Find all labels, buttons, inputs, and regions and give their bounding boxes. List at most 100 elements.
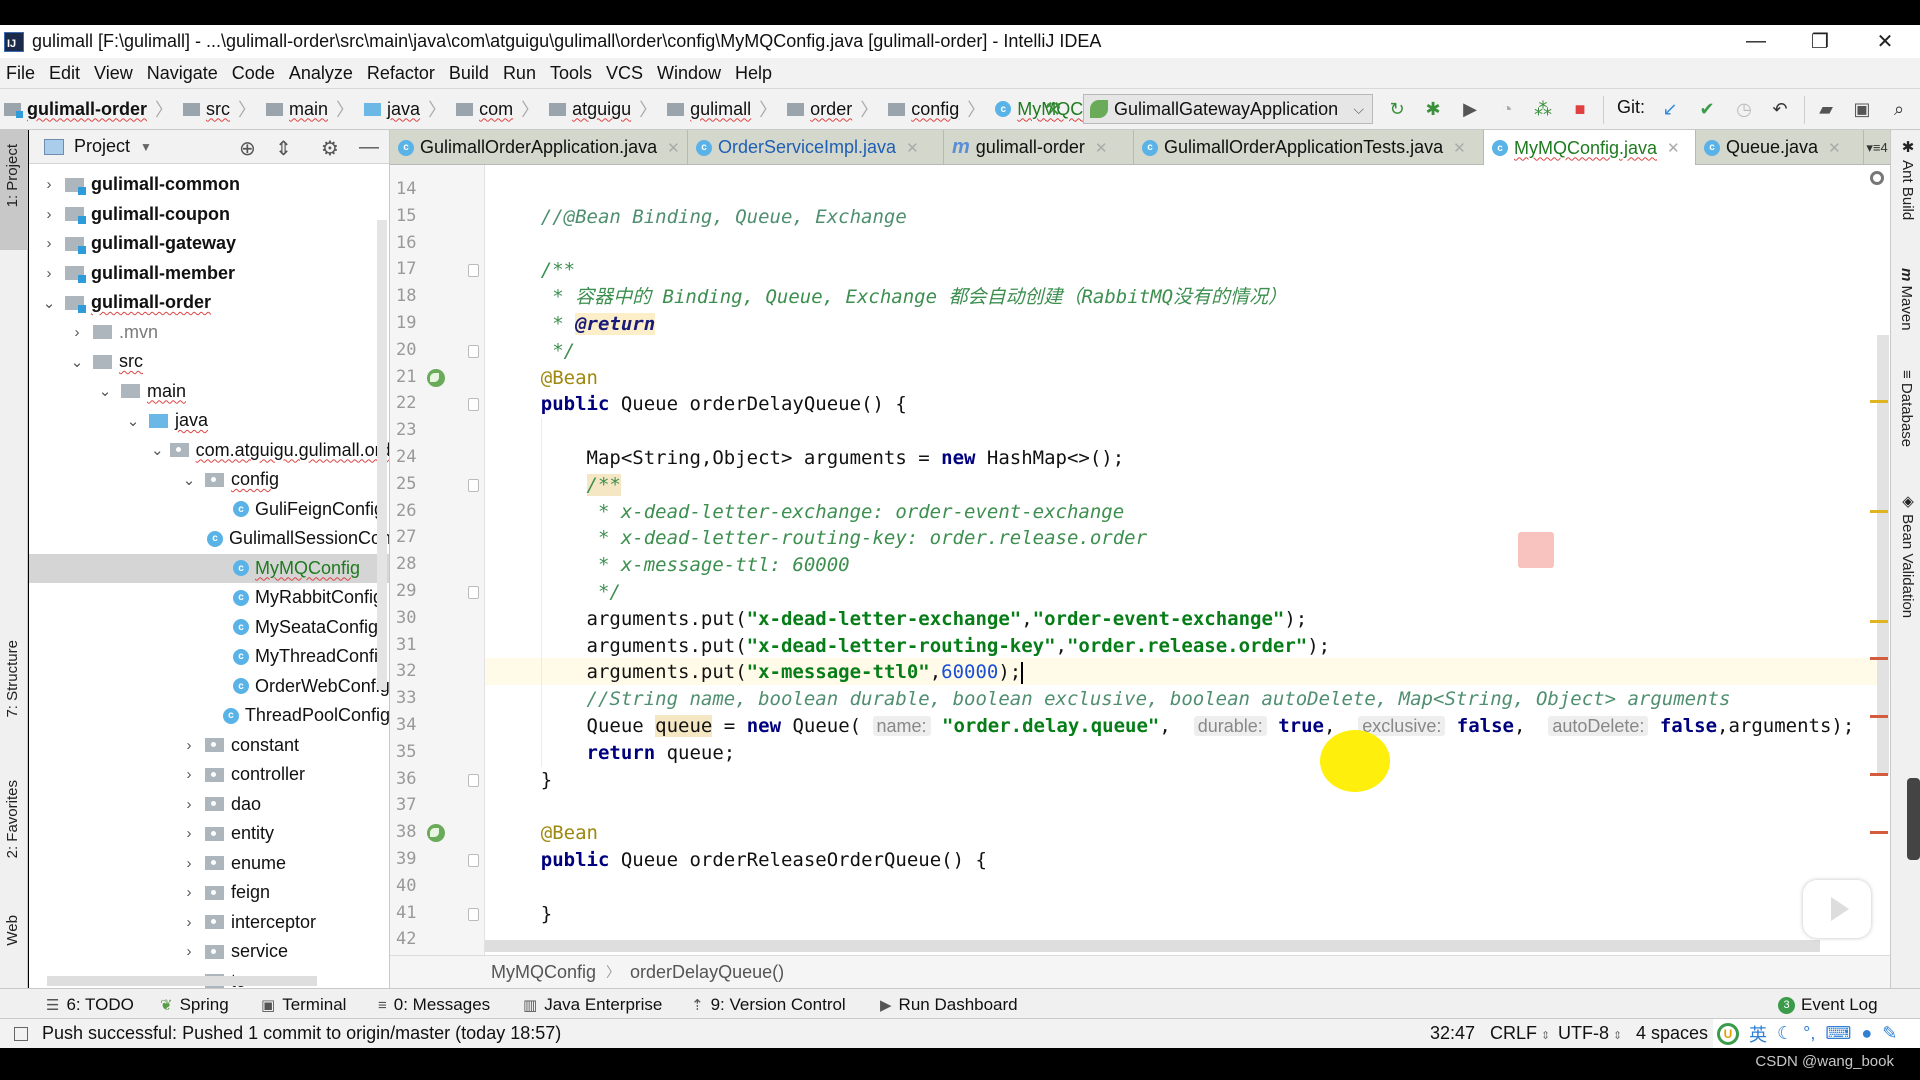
- tree-item[interactable]: › gulimall-common: [29, 170, 389, 199]
- menu-run[interactable]: Run: [503, 63, 536, 84]
- chevron-right-icon[interactable]: ›: [179, 855, 199, 872]
- ime-user-icon[interactable]: ●: [1861, 1023, 1872, 1044]
- warning-marker[interactable]: [1870, 510, 1888, 513]
- version-control-tool-button[interactable]: ⇡ 9: Version Control: [691, 995, 846, 1015]
- nav-crumb-src[interactable]: src: [183, 99, 230, 120]
- caret-position[interactable]: 32:47: [1430, 1023, 1475, 1044]
- tree-item[interactable]: ⌄ java: [29, 406, 389, 435]
- chevron-down-icon[interactable]: ⌄: [67, 353, 87, 371]
- nav-crumb-order[interactable]: order: [787, 99, 852, 120]
- error-marker[interactable]: [1870, 831, 1888, 834]
- nav-crumb-atguigu[interactable]: atguigu: [549, 99, 631, 120]
- chevron-right-icon[interactable]: ›: [39, 265, 59, 282]
- tree-item[interactable]: ⌄ com.atguigu.gulimall.order: [29, 436, 389, 465]
- spring-bean-gutter-icon[interactable]: [427, 824, 445, 843]
- terminal-window-icon[interactable]: ▣: [1851, 98, 1873, 120]
- chevron-down-icon[interactable]: ⌄: [151, 441, 164, 459]
- warning-marker[interactable]: [1870, 620, 1888, 623]
- run-configuration-select[interactable]: GulimallGatewayApplication ⌵: [1083, 94, 1373, 124]
- menu-refactor[interactable]: Refactor: [367, 63, 435, 84]
- tree-item[interactable]: › .mvn: [29, 318, 389, 347]
- chevron-down-icon[interactable]: ⌄: [123, 412, 143, 430]
- fold-toggle-icon[interactable]: [468, 907, 479, 921]
- menu-build[interactable]: Build: [449, 63, 489, 84]
- git-update-icon[interactable]: ↙: [1659, 98, 1681, 120]
- bean-validation-tool-tab[interactable]: ◈ Bean Validation: [1898, 492, 1916, 618]
- nav-crumb-main[interactable]: main: [266, 99, 328, 120]
- chevron-right-icon[interactable]: ›: [39, 235, 59, 252]
- search-icon[interactable]: ⌕: [1888, 98, 1910, 120]
- reader-mode-eye-icon[interactable]: [1870, 171, 1884, 185]
- chevron-down-icon[interactable]: ⌄: [39, 294, 59, 312]
- project-tree-hscrollbar[interactable]: [47, 976, 317, 986]
- tree-item[interactable]: ⌄ src: [29, 347, 389, 376]
- menu-tools[interactable]: Tools: [550, 63, 592, 84]
- hide-panel-icon[interactable]: —: [359, 136, 379, 159]
- chevron-right-icon[interactable]: ›: [67, 324, 87, 341]
- tab-gulimall-order-application-tests[interactable]: c GulimallOrderApplicationTests.java ✕: [1134, 130, 1484, 165]
- maven-tool-tab[interactable]: m Maven: [1898, 268, 1915, 331]
- error-marker[interactable]: [1870, 657, 1888, 660]
- nav-crumb-gulimall[interactable]: gulimall: [667, 99, 751, 120]
- chevron-right-icon[interactable]: ›: [179, 884, 199, 901]
- menu-file[interactable]: File: [6, 63, 35, 84]
- locate-file-icon[interactable]: ⊕: [239, 136, 256, 161]
- tab-gulimall-order-pom[interactable]: m gulimall-order ✕: [944, 130, 1134, 165]
- tree-item[interactable]: › feign: [29, 878, 389, 907]
- nav-crumb-config[interactable]: config: [888, 99, 959, 120]
- java-enterprise-tool-button[interactable]: ▥ Java Enterprise: [523, 995, 662, 1015]
- video-play-icon[interactable]: [1803, 880, 1871, 938]
- collapse-all-icon[interactable]: ⇕: [275, 136, 292, 161]
- ime-settings-wrench-icon[interactable]: ✎: [1882, 1023, 1897, 1044]
- menu-view[interactable]: View: [94, 63, 133, 84]
- menu-help[interactable]: Help: [735, 63, 772, 84]
- tree-item[interactable]: c MyThreadConfig: [29, 642, 389, 671]
- nav-crumb-com[interactable]: com: [456, 99, 513, 120]
- chevron-right-icon[interactable]: ›: [39, 176, 59, 193]
- breadcrumb-class[interactable]: MyMQConfig: [491, 962, 596, 983]
- favorites-tool-tab[interactable]: 2: Favorites: [4, 780, 21, 858]
- tree-item[interactable]: c MySeataConfig: [29, 613, 389, 642]
- editor-horizontal-scrollbar[interactable]: [485, 940, 1820, 952]
- fold-toggle-icon[interactable]: [468, 478, 479, 492]
- error-marker[interactable]: [1870, 715, 1888, 718]
- project-view-select[interactable]: Project: [74, 136, 130, 157]
- minimize-button[interactable]: —: [1726, 25, 1786, 58]
- profiler-icon[interactable]: ◔: [1496, 98, 1518, 120]
- tree-item[interactable]: › dao: [29, 790, 389, 819]
- fold-toggle-icon[interactable]: [468, 854, 479, 867]
- ime-language[interactable]: 英: [1749, 1021, 1767, 1047]
- tree-item[interactable]: c GulimallSessionConfig: [29, 524, 389, 553]
- tree-item[interactable]: › gulimall-gateway: [29, 229, 389, 258]
- stop-icon[interactable]: ■: [1569, 98, 1591, 120]
- menu-window[interactable]: Window: [657, 63, 721, 84]
- tree-item[interactable]: › service: [29, 937, 389, 966]
- breadcrumb-method[interactable]: orderDelayQueue(): [630, 962, 784, 983]
- menu-code[interactable]: Code: [232, 63, 275, 84]
- debug-bug-icon[interactable]: ✱: [1422, 98, 1444, 120]
- nav-crumb-java[interactable]: java: [364, 99, 420, 120]
- chevron-right-icon[interactable]: ›: [179, 825, 199, 842]
- status-message[interactable]: Push successful: Pushed 1 commit to orig…: [14, 1023, 561, 1044]
- database-tool-tab[interactable]: ≡ Database: [1898, 370, 1915, 447]
- chevron-right-icon[interactable]: ›: [179, 737, 199, 754]
- toggle-tool-windows-icon[interactable]: [14, 1026, 28, 1041]
- chevron-right-icon[interactable]: ›: [179, 796, 199, 813]
- tree-item[interactable]: c MyMQConfig: [29, 553, 389, 583]
- attach-debugger-icon[interactable]: ⁂: [1532, 98, 1554, 120]
- tree-item[interactable]: c ThreadPoolConfig: [29, 701, 389, 730]
- gear-icon[interactable]: ⚙: [321, 136, 339, 161]
- ime-logo-icon[interactable]: U: [1717, 1022, 1739, 1045]
- encoding-select[interactable]: UTF-8 ⇕: [1558, 1023, 1622, 1044]
- spring-tool-button[interactable]: ❦ Spring: [160, 995, 229, 1015]
- ime-keyboard-icon[interactable]: ⌨: [1825, 1023, 1851, 1044]
- project-structure-icon[interactable]: ▰: [1815, 98, 1837, 120]
- close-tab-icon[interactable]: ✕: [1828, 139, 1841, 157]
- ime-moon-icon[interactable]: ☾: [1777, 1023, 1793, 1044]
- menu-vcs[interactable]: VCS: [606, 63, 643, 84]
- structure-tool-tab[interactable]: 7: Structure: [4, 640, 21, 718]
- restore-button[interactable]: ❐: [1790, 25, 1850, 58]
- menu-edit[interactable]: Edit: [49, 63, 80, 84]
- chevron-down-icon[interactable]: ⌄: [179, 471, 199, 489]
- tab-gulimall-order-application[interactable]: c GulimallOrderApplication.java ✕: [390, 130, 688, 165]
